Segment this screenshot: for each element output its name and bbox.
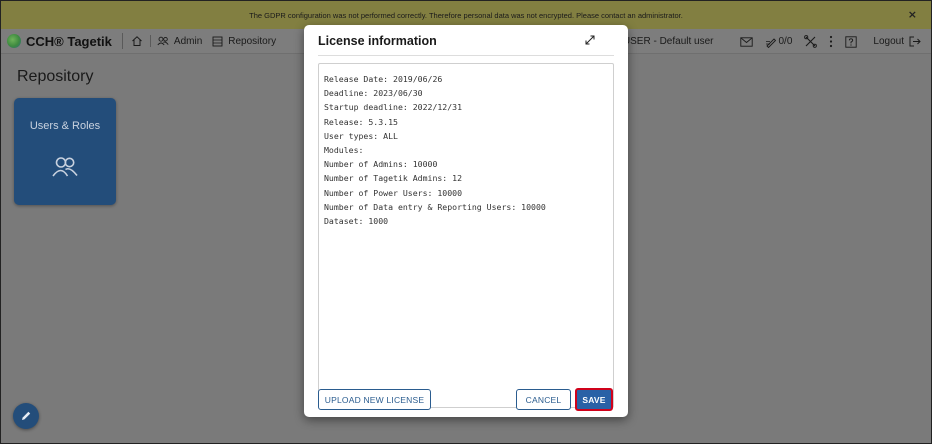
jobs-counter: 0/0 xyxy=(778,36,793,47)
pencil-icon xyxy=(22,411,31,420)
license-line: Modules: xyxy=(324,145,364,156)
repository-icon xyxy=(212,36,223,46)
jobs-button[interactable]: 0/0 xyxy=(765,36,793,48)
brand-logo[interactable]: CCH® Tagetik xyxy=(1,34,112,49)
help-icon xyxy=(845,35,858,48)
license-line: Release: 5.3.15 xyxy=(324,116,398,127)
divider xyxy=(149,35,151,47)
tile-users-roles[interactable]: Users & Roles xyxy=(14,98,116,205)
breadcrumb: Admin Repository xyxy=(131,35,276,47)
license-line: User types: ALL xyxy=(324,130,398,141)
logout-button[interactable]: Logout xyxy=(873,36,921,47)
breadcrumb-repository[interactable]: Repository xyxy=(228,36,276,47)
logout-icon xyxy=(909,36,921,47)
license-line: Number of Admins: 10000 xyxy=(324,159,438,170)
edit-button[interactable] xyxy=(13,403,39,429)
brand-name: CCH® Tagetik xyxy=(26,33,112,49)
help-button[interactable] xyxy=(845,35,858,48)
jobs-icon xyxy=(765,37,776,48)
upload-license-button[interactable]: UPLOAD NEW LICENSE xyxy=(318,389,431,410)
logout-label: Logout xyxy=(873,36,904,47)
logo-icon xyxy=(7,34,21,48)
mail-button[interactable] xyxy=(739,36,753,47)
license-line: Deadline: 2023/06/30 xyxy=(324,88,423,99)
tile-label: Users & Roles xyxy=(29,120,101,132)
license-line: Number of Data entry & Reporting Users: … xyxy=(324,201,546,212)
license-line: Release Date: 2019/06/26 xyxy=(324,74,443,84)
mail-icon xyxy=(739,36,753,47)
tools-icon xyxy=(804,35,818,48)
home-icon[interactable] xyxy=(131,35,143,47)
divider xyxy=(318,55,614,56)
expand-icon[interactable] xyxy=(585,35,595,45)
users-icon xyxy=(52,157,78,177)
user-label[interactable]: $USER - Default user xyxy=(617,36,713,47)
more-vertical-icon xyxy=(830,35,833,48)
close-icon[interactable]: × xyxy=(908,9,917,21)
breadcrumb-admin[interactable]: Admin xyxy=(174,36,202,47)
users-icon xyxy=(157,36,169,46)
tools-button[interactable] xyxy=(804,35,818,48)
license-line: Dataset: 1000 xyxy=(324,216,389,227)
cancel-button[interactable]: CANCEL xyxy=(516,389,571,410)
divider xyxy=(121,33,123,49)
dialog-title: License information xyxy=(318,34,437,48)
page-title: Repository xyxy=(17,68,94,85)
license-line: Number of Tagetik Admins: 12 xyxy=(324,173,463,184)
save-button[interactable]: SAVE xyxy=(575,388,613,411)
license-line: Startup deadline: 2022/12/31 xyxy=(324,102,463,113)
license-text-area[interactable]: Release Date: 2019/06/26 Deadline: 2023/… xyxy=(318,63,614,408)
license-dialog: License information Release Date: 2019/0… xyxy=(304,25,628,417)
more-button[interactable] xyxy=(829,35,833,48)
toolbar-right: $USER - Default user 0/0 Logout xyxy=(617,29,921,54)
license-line: Number of Power Users: 10000 xyxy=(324,187,463,198)
app-frame: The GDPR configuration was not performed… xyxy=(0,0,932,444)
gdpr-message: The GDPR configuration was not performed… xyxy=(249,10,683,20)
